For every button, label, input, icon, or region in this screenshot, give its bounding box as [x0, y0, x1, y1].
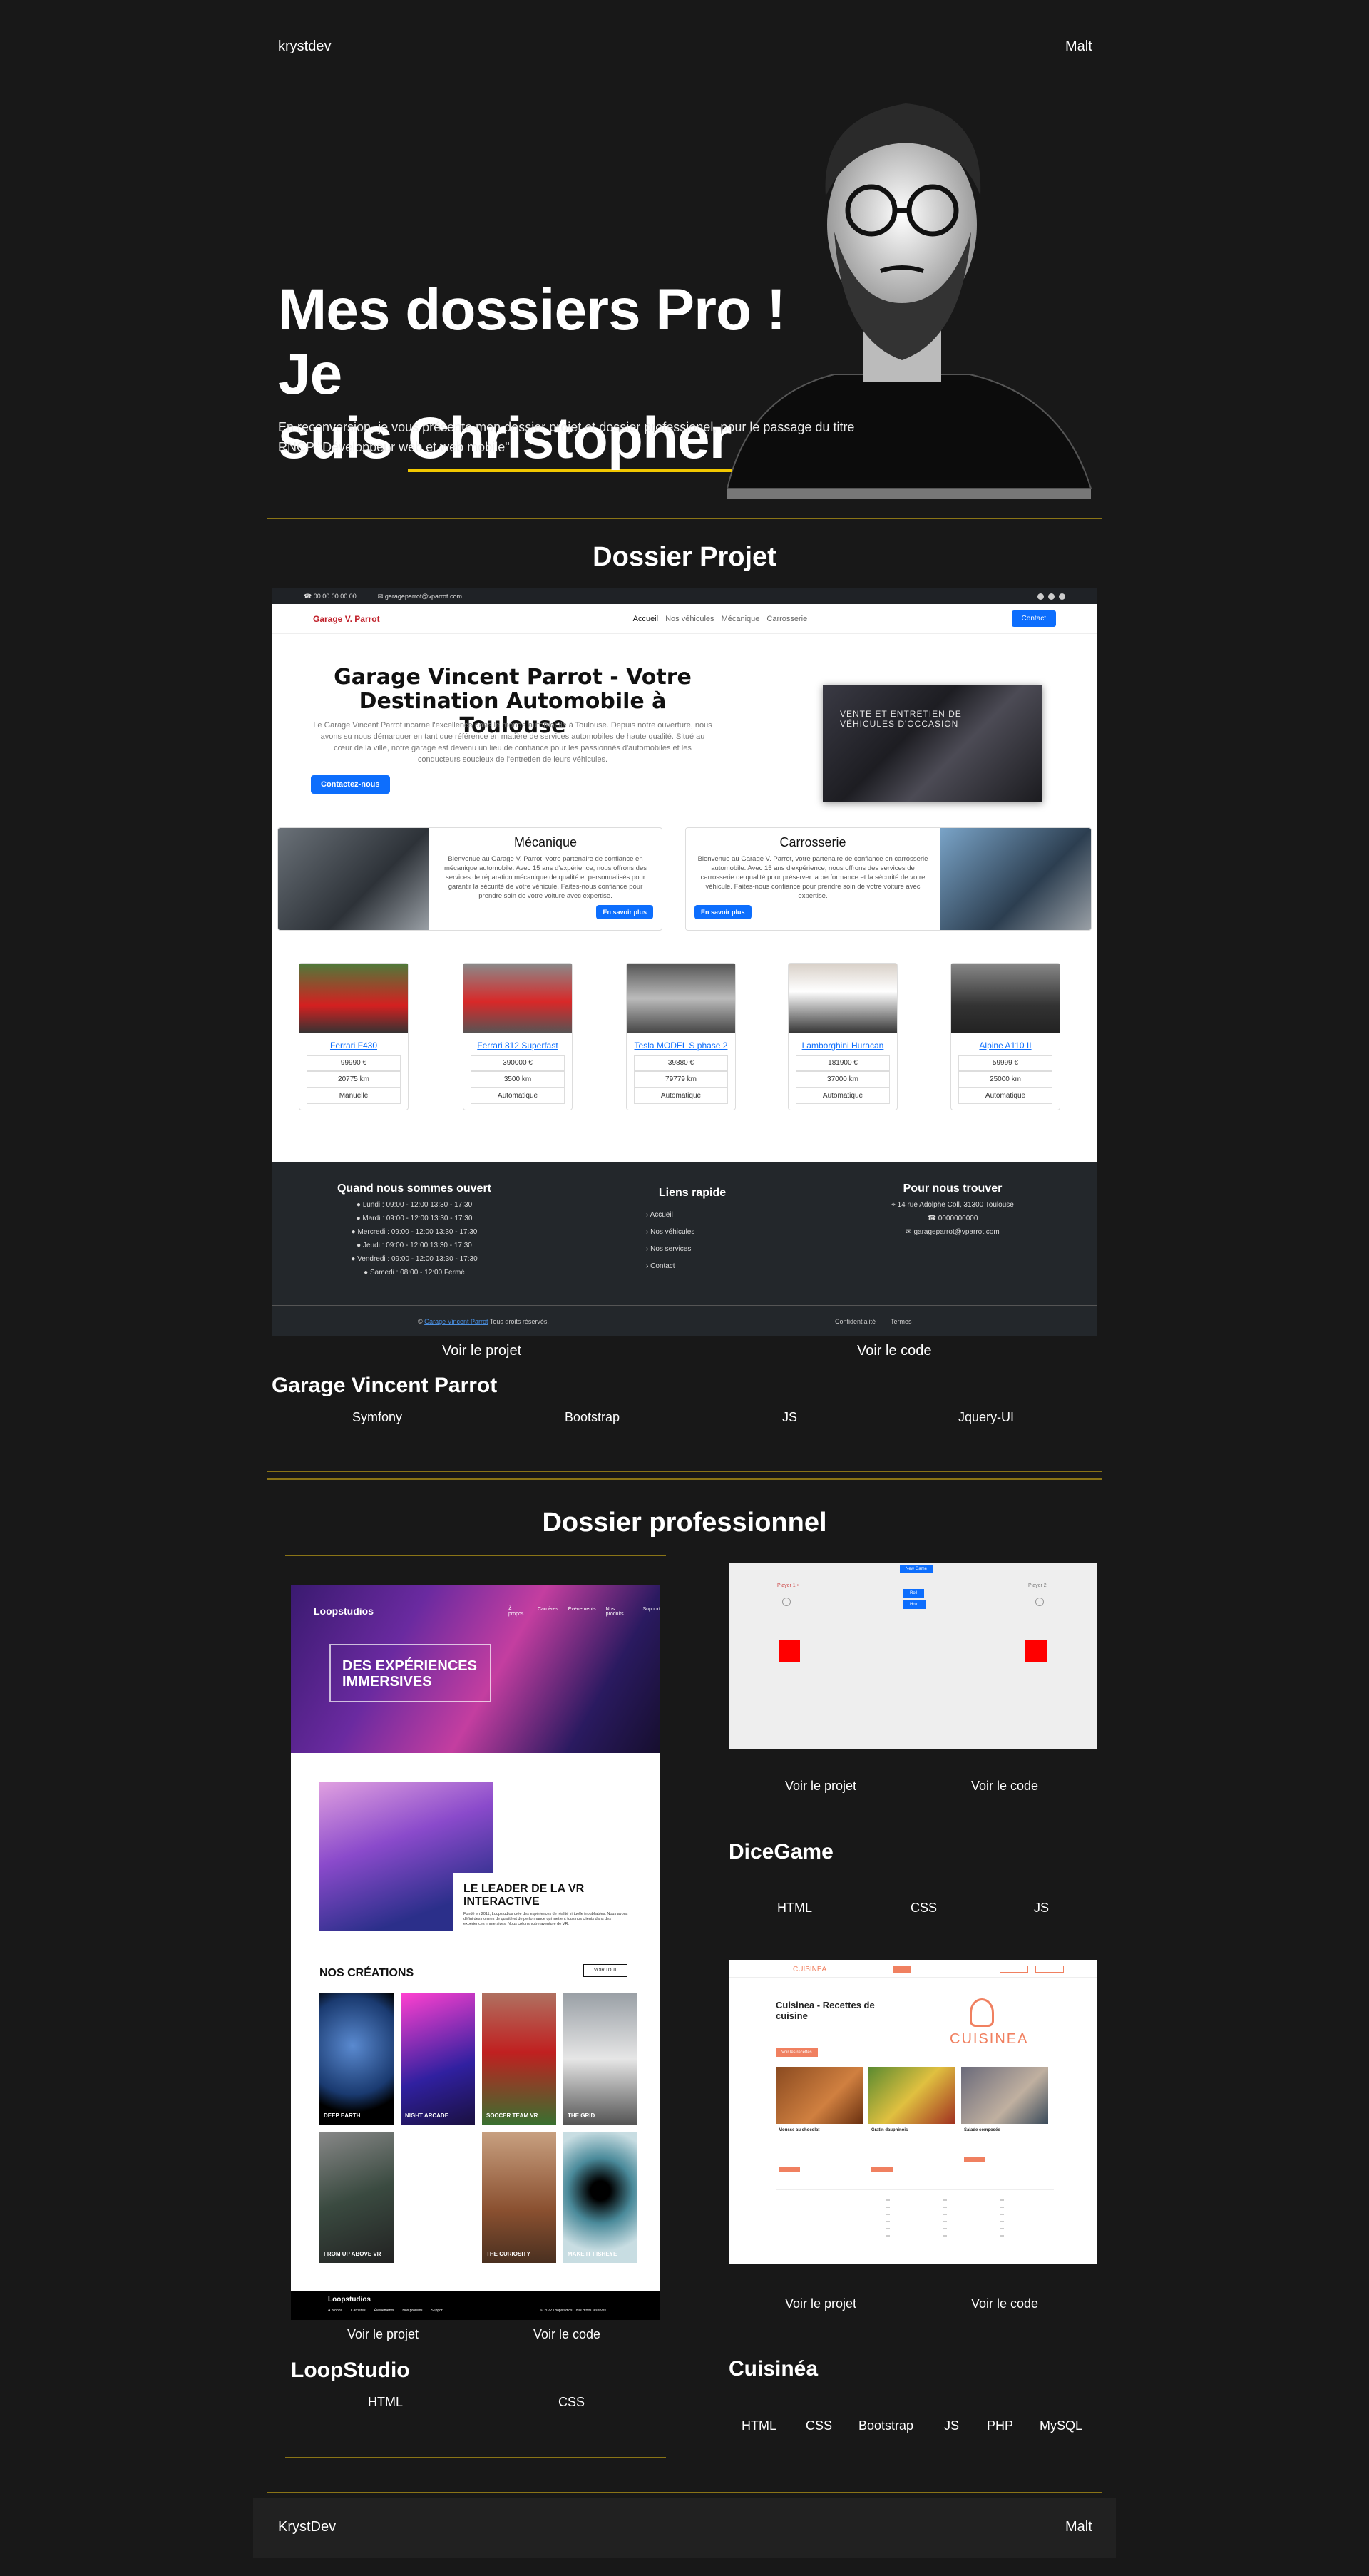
mock-email: ✉ garageparrot@vparrot.com — [377, 592, 463, 600]
footer-hours: Quand nous sommes ouvert ● Lundi : 09:00… — [337, 1182, 492, 1277]
car-card: Tesla MODEL S phase 2 39880 €79779 km Aut… — [626, 963, 736, 1110]
tech-tag: JS — [944, 2418, 960, 2433]
tech-tag: CSS — [558, 2395, 585, 2409]
footer-copyright: © Garage Vincent Parrot Tous droits rése… — [272, 1305, 1097, 1325]
view-code-link[interactable]: Voir le code — [857, 1343, 932, 1359]
mock-hero-text: Le Garage Vincent Parrot incarne l'excel… — [313, 721, 712, 764]
divider — [285, 2457, 666, 2458]
divider — [267, 1478, 1102, 1480]
footer-links: Liens rapide › Accueil › Nos véhicules ›… — [646, 1187, 727, 1270]
tech-tag: Jquery-UI — [958, 1410, 1015, 1424]
player1-score-box — [779, 1640, 800, 1662]
project-name: Cuisinéa — [729, 2357, 819, 2381]
section-title-projet: Dossier Projet — [593, 542, 776, 572]
service-card-carrosserie: Carrosserie Bienvenue au Garage V. Parrot… — [685, 827, 1092, 931]
player2-score-box — [1025, 1640, 1047, 1662]
mock-hero-image: VENTE ET ENTRETIEN DE VÉHICULES D'OCCASI… — [823, 685, 1042, 802]
tech-tag: CSS — [806, 2418, 833, 2433]
view-code-link[interactable]: Voir le code — [971, 1779, 1038, 1794]
cuisinea-screenshot[interactable]: CUISINEA Cuisinea - Recettes de cuisine … — [729, 1960, 1097, 2264]
tech-tag: JS — [1034, 1901, 1050, 1915]
project-name: LoopStudio — [291, 2358, 410, 2382]
footer-contact: Pour nous trouver ⌖ 14 rue Adolphe Coll,… — [891, 1182, 1014, 1236]
instagram-icon — [1059, 593, 1065, 600]
mock-nav-item: Mécanique — [721, 614, 760, 623]
mock-nav-item: Accueil — [632, 614, 659, 623]
divider — [285, 1555, 666, 1556]
car-card: Lamborghini Huracan 181900 €37000 km Auto… — [788, 963, 898, 1110]
mock-nav-item: Carrosserie — [766, 614, 808, 623]
facebook-icon — [1037, 593, 1044, 600]
site-footer: KrystDev Malt — [253, 2498, 1116, 2558]
car-card: Ferrari F430 99990 €20775 km Manuelle — [299, 963, 409, 1110]
divider — [267, 518, 1102, 519]
tech-tag: PHP — [987, 2418, 1014, 2433]
mock-contact-button: Contact — [1011, 610, 1056, 627]
hero-subtitle: En reconversion, je vous présente mon do… — [278, 420, 855, 454]
tech-tag: HTML — [777, 1901, 812, 1915]
car-card: Alpine A110 II 59999 €25000 km Automatiqu… — [950, 963, 1060, 1110]
mock-nav-links: Accueil Nos véhicules Mécanique Carrosse… — [633, 615, 808, 623]
mock-navbar: Garage V. Parrot Accueil Nos véhicules M… — [272, 604, 1097, 634]
tech-tag: CSS — [911, 1901, 938, 1915]
dicegame-screenshot[interactable]: New Game Player 1 • Player 2 Roll Hold — [729, 1563, 1097, 1749]
divider — [267, 1471, 1102, 1472]
tech-tag: Bootstrap — [858, 2418, 914, 2433]
service-photo — [278, 828, 429, 930]
social-icons — [1037, 593, 1065, 600]
divider — [267, 2492, 1102, 2493]
brand-link[interactable]: krystdev — [278, 39, 331, 55]
car-card: Ferrari 812 Superfast 390000 €3500 km Aut… — [463, 963, 573, 1110]
hero-title-line1: Mes dossiers Pro ! Je — [278, 277, 786, 407]
garage-logo: Garage V. Parrot — [313, 613, 380, 624]
malt-link[interactable]: Malt — [1065, 39, 1092, 55]
service-photo — [940, 828, 1091, 930]
footer-brand-link[interactable]: KrystDev — [278, 2519, 336, 2535]
leader-box: LE LEADER DE LA VR INTERACTIVE Fondé en … — [453, 1873, 642, 1933]
view-project-link[interactable]: Voir le projet — [347, 2327, 419, 2342]
view-project-link[interactable]: Voir le projet — [785, 2296, 856, 2311]
tech-tag: HTML — [368, 2395, 403, 2409]
loopstudio-screenshot[interactable]: Loopstudios À propos Carrières Évènements N… — [291, 1585, 660, 2320]
project-name: DiceGame — [729, 1840, 834, 1864]
footer-malt-link[interactable]: Malt — [1065, 2519, 1092, 2535]
tech-tag: HTML — [742, 2418, 776, 2433]
view-code-link[interactable]: Voir le code — [971, 2296, 1038, 2311]
service-card-mecanique: Mécanique Bienvenue au Garage V. Parrot, … — [277, 827, 662, 931]
mock-topbar: ☎ 00 00 00 00 00 ✉ garageparrot@vparrot.… — [272, 588, 1097, 604]
garage-screenshot[interactable]: ☎ 00 00 00 00 00 ✉ garageparrot@vparrot.… — [272, 588, 1097, 1336]
project-name: Garage Vincent Parrot — [272, 1374, 498, 1397]
tech-tag: Symfony — [352, 1410, 403, 1424]
section-title-pro: Dossier professionnel — [542, 1508, 827, 1538]
mock-phone: ☎ 00 00 00 00 00 — [304, 592, 357, 600]
tech-tag: MySQL — [1040, 2418, 1083, 2433]
loop-hero: Loopstudios À propos Carrières Évènements N… — [291, 1585, 660, 1753]
mock-hero-button: Contactez-nous — [311, 775, 390, 794]
view-project-link[interactable]: Voir le projet — [785, 1779, 856, 1794]
twitter-icon — [1048, 593, 1055, 600]
tech-tag: Bootstrap — [565, 1410, 620, 1424]
mock-nav-item: Nos véhicules — [665, 614, 714, 623]
view-code-link[interactable]: Voir le code — [533, 2327, 600, 2342]
mock-footer: Quand nous sommes ouvert ● Lundi : 09:00… — [272, 1162, 1097, 1336]
tech-tag: JS — [782, 1410, 798, 1424]
view-project-link[interactable]: Voir le projet — [442, 1343, 521, 1359]
